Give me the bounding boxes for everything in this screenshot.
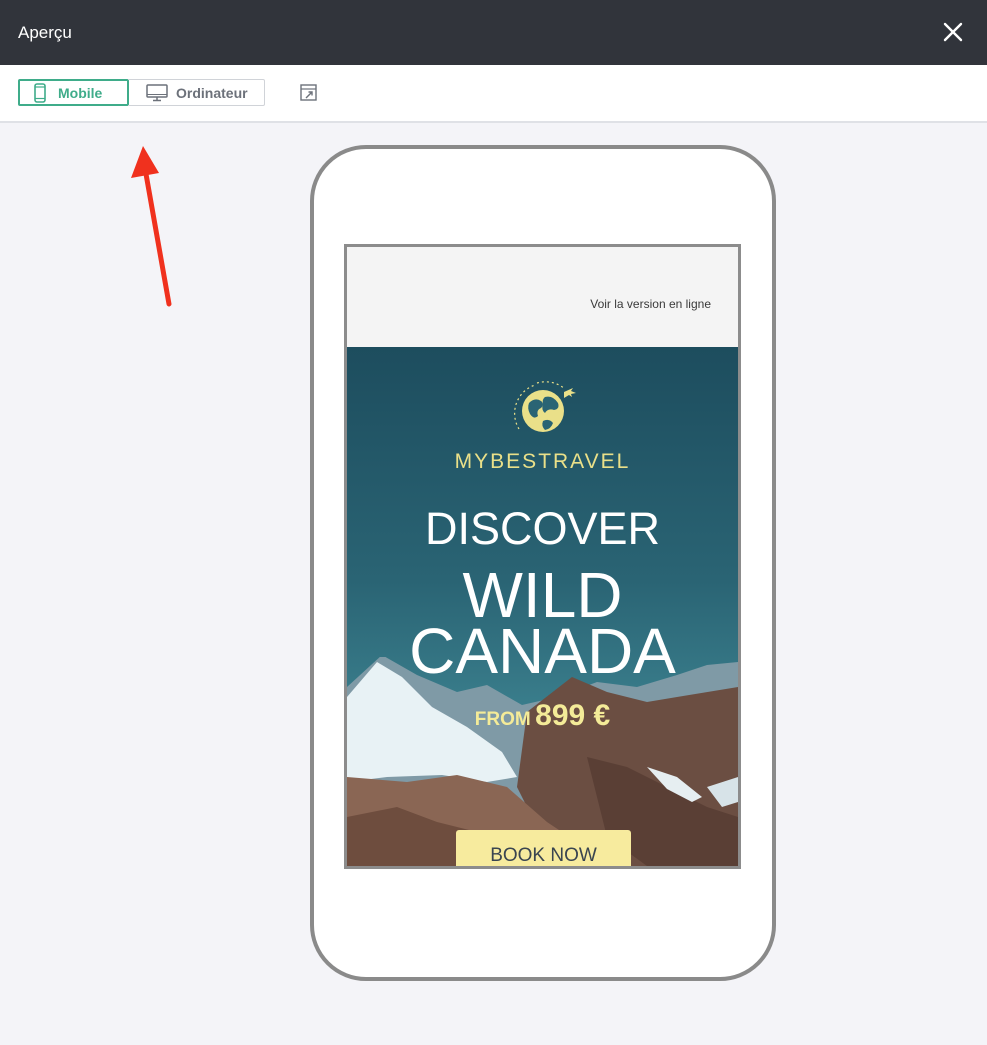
email-preheader: Voir la version en ligne: [347, 247, 738, 347]
price-value: 899 €: [535, 699, 611, 732]
brand-name: MYBESTRAVEL: [454, 450, 631, 473]
open-external-icon[interactable]: [298, 82, 320, 104]
headline-canada: CANADA: [409, 615, 676, 687]
smartphone-icon: [34, 82, 46, 103]
tab-desktop-label: Ordinateur: [176, 84, 248, 101]
tab-mobile[interactable]: Mobile: [18, 79, 129, 106]
email-preview[interactable]: Voir la version en ligne MYBESTRAVEL DIS…: [344, 244, 741, 869]
monitor-icon: [146, 83, 168, 101]
window-title: Aperçu: [18, 23, 72, 42]
close-icon[interactable]: [938, 17, 968, 47]
view-online-link[interactable]: Voir la version en ligne: [590, 297, 711, 311]
annotation-arrow: [131, 146, 172, 307]
tab-desktop[interactable]: Ordinateur: [128, 79, 265, 106]
headline-discover: DISCOVER: [424, 503, 661, 554]
preview-toolbar: Mobile Ordinateur: [0, 65, 987, 123]
globe-logo-icon: [514, 381, 576, 432]
hero-banner: MYBESTRAVEL DISCOVER WILD CANADA FROM 89…: [347, 347, 738, 866]
tab-mobile-label: Mobile: [58, 84, 103, 101]
price-prefix: FROM: [474, 709, 531, 730]
price-line: FROM 899 €: [347, 699, 738, 733]
preview-header: Aperçu: [0, 0, 987, 65]
book-now-button[interactable]: BOOK NOW: [456, 830, 631, 866]
